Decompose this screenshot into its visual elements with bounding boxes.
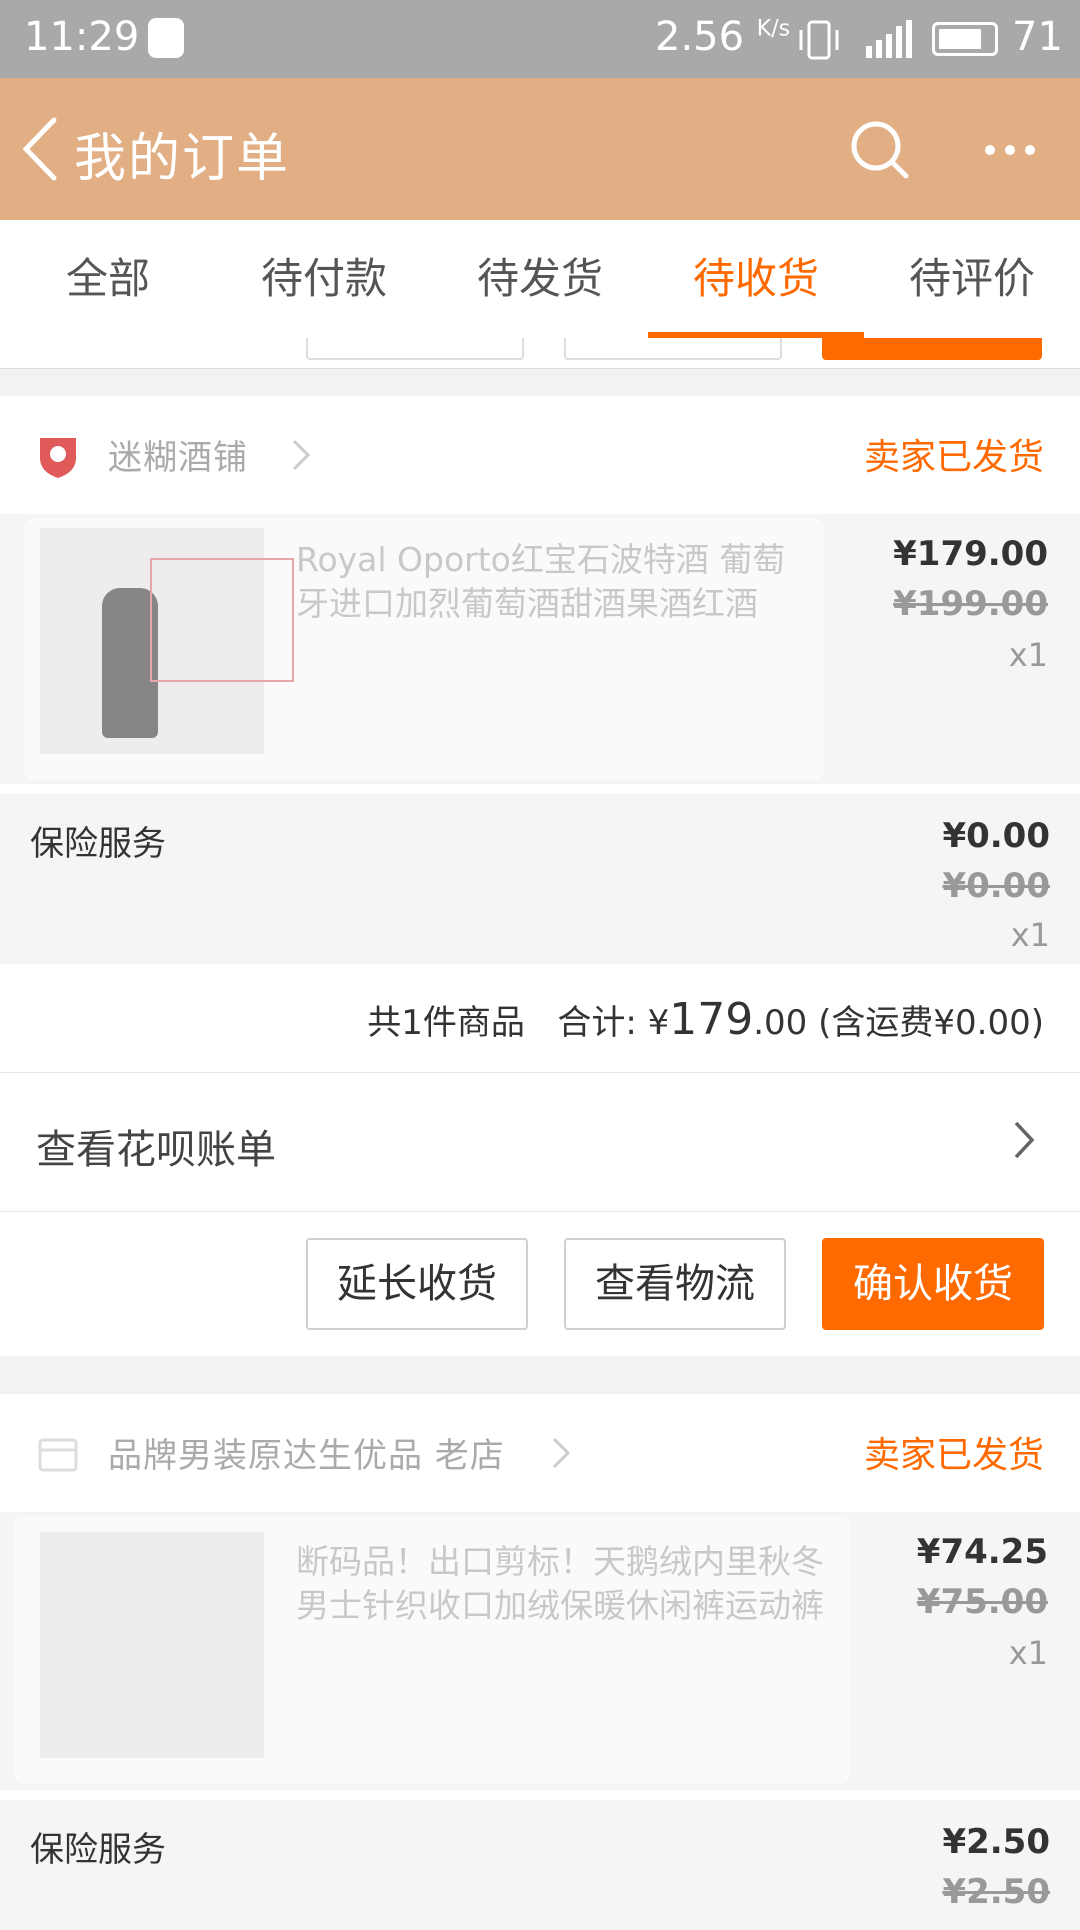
chevron-right-icon [552, 1437, 571, 1469]
more-icon[interactable] [980, 130, 1040, 170]
item-quantity: x1 [1008, 636, 1048, 674]
insurance-row: 保险服务 ¥2.50 ¥2.50 [0, 1790, 1080, 1930]
insurance-row: 保险服务 ¥0.00 ¥0.00 x1 [0, 784, 1080, 964]
status-time: 11:29 [24, 14, 140, 60]
item-original-price: ¥199.00 [893, 584, 1048, 624]
network-speed: 2.56 K/s [655, 14, 790, 60]
item-quantity: x1 [1008, 1634, 1048, 1672]
partial-primary-button[interactable] [822, 338, 1042, 360]
chevron-right-icon [292, 439, 311, 471]
partial-button[interactable] [564, 338, 782, 360]
status-bar: 11:29 2.56 K/s 71 [0, 0, 1080, 78]
shipping-fee: (含运费¥0.00) [818, 1003, 1044, 1043]
shop-header[interactable]: 迷糊酒铺 卖家已发货 [0, 396, 1080, 514]
huabei-bill-link[interactable]: 查看花呗账单 [0, 1073, 1080, 1212]
total-decimal: .00 [753, 1003, 808, 1043]
tab-pending-shipment[interactable]: 待发货 [432, 220, 648, 338]
battery-icon [932, 22, 998, 56]
network-speed-unit: K/s [756, 16, 791, 42]
qq-notification-icon [148, 18, 184, 58]
order-item[interactable]: Royal Oporto红宝石波特酒 葡萄牙进口加烈葡萄酒甜酒果酒红酒 ¥179… [0, 514, 1080, 784]
page-title: 我的订单 [74, 129, 291, 189]
navbar: 我的订单 [0, 78, 1080, 220]
total-label: 合计: [557, 1003, 637, 1043]
confirm-receipt-button[interactable]: 确认收货 [822, 1238, 1044, 1330]
insurance-label: 保险服务 [30, 824, 166, 864]
vibrate-icon [799, 20, 839, 60]
order-actions: 延长收货 查看物流 确认收货 [0, 1212, 1080, 1356]
chevron-left-icon[interactable] [18, 116, 62, 182]
order-summary: 共1件商品 合计: ¥179.00 (含运费¥0.00) [0, 964, 1080, 1073]
thumbnail-label-box [150, 558, 294, 682]
insurance-original-price: ¥0.00 [942, 866, 1050, 906]
order-card: 迷糊酒铺 卖家已发货 Royal Oporto红宝石波特酒 葡萄牙进口加烈葡萄酒… [0, 396, 1080, 1356]
tab-pending-payment[interactable]: 待付款 [216, 220, 432, 338]
tab-pending-review[interactable]: 待评价 [864, 220, 1080, 338]
order-tabs: 全部 待付款 待发货 待收货 待评价 [0, 220, 1080, 338]
shop-header[interactable]: 品牌男装原达生优品 老店 卖家已发货 [0, 1394, 1080, 1512]
insurance-label: 保险服务 [30, 1830, 166, 1870]
shop-logo-icon [40, 438, 76, 478]
signal-icon [866, 20, 912, 58]
partial-button[interactable] [306, 338, 524, 360]
item-title: Royal Oporto红宝石波特酒 葡萄牙进口加烈葡萄酒甜酒果酒红酒 [296, 540, 786, 623]
view-logistics-button[interactable]: 查看物流 [564, 1238, 786, 1330]
order-status: 卖家已发货 [863, 437, 1044, 478]
network-speed-value: 2.56 [655, 14, 745, 60]
previous-order-buttons-partial [0, 338, 1080, 369]
insurance-price: ¥2.50 [942, 1822, 1050, 1862]
item-original-price: ¥75.00 [916, 1582, 1048, 1622]
total-integer: 179 [669, 994, 754, 1045]
tab-all[interactable]: 全部 [0, 220, 216, 338]
insurance-quantity: x1 [1010, 916, 1050, 954]
search-icon[interactable] [848, 118, 910, 180]
item-price: ¥179.00 [893, 534, 1048, 574]
item-thumbnail [40, 528, 294, 754]
item-price: ¥74.25 [916, 1532, 1048, 1572]
item-title: 断码品！出口剪标！天鹅绒内里秋冬男士针织收口加绒保暖休闲裤运动裤 [296, 1542, 824, 1625]
shop-name: 迷糊酒铺 [108, 438, 248, 478]
shop-name: 品牌男装原达生优品 老店 [108, 1436, 505, 1476]
tab-pending-receipt[interactable]: 待收货 [648, 220, 864, 338]
chevron-right-icon [1014, 1121, 1035, 1159]
item-thumbnail [40, 1532, 264, 1758]
insurance-price: ¥0.00 [942, 816, 1050, 856]
battery-level: 71 [1012, 14, 1063, 60]
insurance-original-price: ¥2.50 [942, 1872, 1050, 1912]
order-status: 卖家已发货 [863, 1435, 1044, 1476]
item-count: 共1件商品 [367, 1003, 525, 1043]
total-currency: ¥ [647, 1003, 670, 1043]
extend-receipt-button[interactable]: 延长收货 [306, 1238, 528, 1330]
huabei-bill-label: 查看花呗账单 [36, 1127, 276, 1173]
shop-icon [38, 1438, 78, 1472]
order-summary-text: 共1件商品 合计: ¥179.00 (含运费¥0.00) [367, 994, 1044, 1045]
